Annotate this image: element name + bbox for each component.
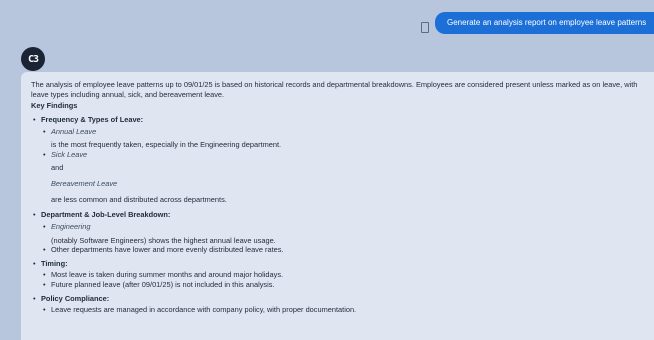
list-item: Future planned leave (after 09/01/25) is… (41, 280, 644, 290)
user-message-text: Generate an analysis report on employee … (447, 18, 647, 27)
finding-frequency: Frequency & Types of Leave: Annual Leave… (31, 115, 644, 204)
report-intro: The analysis of employee leave patterns … (31, 80, 638, 99)
assistant-avatar-label: C3 (27, 53, 39, 65)
less-common-desc: are less common and distributed across d… (51, 194, 227, 204)
engineering-desc: (notably Software Engineers) shows the h… (51, 235, 276, 245)
policy-title: Policy Compliance: (41, 293, 110, 303)
annual-leave-term: Annual Leave (51, 126, 97, 136)
findings-list: Frequency & Types of Leave: Annual Leave… (31, 115, 644, 315)
list-item: Most leave is taken during summer months… (41, 270, 644, 280)
engineering-term: Engineering (51, 221, 91, 231)
key-findings-heading: Key Findings (31, 101, 78, 111)
timing-title: Timing: (41, 258, 68, 268)
list-item: Other departments have lower and more ev… (41, 245, 644, 255)
bookmark-icon[interactable] (421, 22, 429, 33)
finding-policy: Policy Compliance: Leave requests are ma… (31, 294, 644, 315)
department-title: Department & Job-Level Breakdown: (41, 210, 171, 220)
bereavement-leave-term: Bereavement Leave (51, 179, 118, 188)
and-text: and (51, 163, 64, 173)
finding-department: Department & Job-Level Breakdown: Engine… (31, 210, 644, 255)
list-item: Sick Leave and Bereavement Leave are les… (41, 150, 644, 205)
frequency-title: Frequency & Types of Leave: (41, 114, 144, 124)
annual-leave-desc: is the most frequently taken, especially… (51, 140, 282, 150)
user-message-bubble: Generate an analysis report on employee … (435, 12, 654, 34)
list-item: Engineering (notably Software Engineers)… (41, 222, 644, 245)
assistant-avatar: C3 (21, 47, 45, 71)
list-item: Leave requests are managed in accordance… (41, 305, 644, 315)
assistant-response-card: The analysis of employee leave patterns … (21, 72, 654, 340)
finding-timing: Timing: Most leave is taken during summe… (31, 259, 644, 290)
list-item: Annual Leave is the most frequently take… (41, 127, 644, 150)
sick-leave-term: Sick Leave (51, 149, 88, 159)
